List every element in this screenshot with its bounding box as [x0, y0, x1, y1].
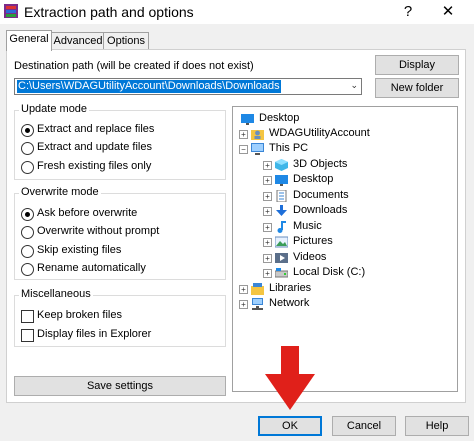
- expand-icon[interactable]: +: [263, 269, 272, 278]
- destination-path-input[interactable]: C:\Users\WDAGUtilityAccount\Downloads\Do…: [17, 80, 281, 93]
- radio-selected-icon[interactable]: [21, 208, 34, 221]
- expand-icon[interactable]: +: [263, 176, 272, 185]
- miscellaneous-group: Miscellaneous Keep broken files Display …: [14, 288, 226, 347]
- downloads-icon: [276, 205, 287, 216]
- music-icon: [277, 221, 286, 233]
- documents-icon: [276, 190, 287, 202]
- tree-node-label: Music: [293, 220, 322, 232]
- expand-icon[interactable]: +: [239, 285, 248, 294]
- save-settings-button[interactable]: Save settings: [14, 376, 226, 396]
- expand-icon[interactable]: +: [263, 161, 272, 170]
- destination-combobox[interactable]: C:\Users\WDAGUtilityAccount\Downloads\Do…: [14, 78, 362, 95]
- network-icon: [252, 298, 263, 310]
- help-button[interactable]: Help: [405, 416, 469, 436]
- display-button[interactable]: Display: [375, 55, 459, 75]
- radio-label: Fresh existing files only: [37, 160, 152, 172]
- radio-label: Extract and replace files: [37, 123, 155, 135]
- tree-node-label: Local Disk (C:): [293, 266, 366, 278]
- libraries-icon: [251, 283, 264, 295]
- cancel-button[interactable]: Cancel: [332, 416, 396, 436]
- destination-label: Destination path (will be created if doe…: [14, 60, 254, 72]
- radio-icon[interactable]: [21, 226, 34, 239]
- miscellaneous-title: Miscellaneous: [19, 288, 93, 300]
- update-mode-title: Update mode: [19, 103, 90, 115]
- tree-node-label: 3D Objects: [293, 158, 348, 170]
- new-folder-button[interactable]: New folder: [375, 78, 459, 98]
- videos-icon: [275, 253, 288, 263]
- expand-icon[interactable]: +: [263, 207, 272, 216]
- tab-general[interactable]: General: [6, 30, 52, 51]
- pc-icon: [251, 143, 264, 155]
- overwrite-mode-title: Overwrite mode: [19, 186, 101, 198]
- radio-label: Overwrite without prompt: [37, 225, 160, 237]
- radio-icon[interactable]: [21, 245, 34, 258]
- tree-node-label: Network: [269, 297, 310, 309]
- expand-icon[interactable]: +: [263, 192, 272, 201]
- tab-options[interactable]: Options: [103, 32, 149, 50]
- user-icon: [251, 130, 264, 140]
- pictures-icon: [275, 236, 288, 248]
- tab-advanced[interactable]: Advanced: [51, 32, 105, 50]
- tree-node-label: This PC: [269, 142, 309, 154]
- ok-button[interactable]: OK: [258, 416, 322, 436]
- radio-label: Rename automatically: [37, 262, 146, 274]
- close-icon: ✕: [441, 3, 455, 20]
- tree-node-label: Desktop: [259, 112, 300, 124]
- chevron-down-icon[interactable]: ⌄: [350, 80, 358, 91]
- radio-icon[interactable]: [21, 142, 34, 155]
- expand-icon[interactable]: +: [263, 238, 272, 247]
- disk-icon: [275, 268, 288, 278]
- radio-selected-icon[interactable]: [21, 124, 34, 137]
- checkbox-label: Keep broken files: [37, 309, 122, 321]
- collapse-icon[interactable]: −: [239, 145, 248, 154]
- radio-icon[interactable]: [21, 263, 34, 276]
- checkbox-icon[interactable]: [21, 310, 34, 323]
- annotation-arrow-icon: [265, 346, 315, 410]
- overwrite-mode-group: Overwrite mode Ask before overwrite Over…: [14, 186, 226, 280]
- window-title: Extraction path and options: [24, 4, 194, 20]
- question-icon: ?: [403, 3, 413, 20]
- tree-node-label: Desktop: [293, 173, 334, 185]
- update-mode-group: Update mode Extract and replace files Ex…: [14, 103, 226, 180]
- tree-node-label: Documents: [293, 189, 349, 201]
- expand-icon[interactable]: +: [239, 300, 248, 309]
- tree-node-label: Downloads: [293, 204, 348, 216]
- checkbox-icon[interactable]: [21, 329, 34, 342]
- tree-node-label: Pictures: [293, 235, 333, 247]
- checkbox-label: Display files in Explorer: [37, 328, 152, 340]
- help-title-button[interactable]: ?: [392, 0, 424, 24]
- expand-icon[interactable]: +: [239, 130, 248, 139]
- desktop-icon: [241, 114, 254, 125]
- radio-label: Skip existing files: [37, 244, 122, 256]
- 3d-objects-icon: [275, 159, 288, 171]
- desktop-icon: [275, 175, 288, 186]
- close-button[interactable]: ✕: [432, 0, 464, 24]
- tree-node-label: WDAGUtilityAccount: [269, 127, 370, 139]
- radio-icon[interactable]: [21, 161, 34, 174]
- tree-node-label: Videos: [293, 251, 327, 263]
- radio-label: Ask before overwrite: [37, 207, 138, 219]
- expand-icon[interactable]: +: [263, 223, 272, 232]
- radio-label: Extract and update files: [37, 141, 152, 153]
- expand-icon[interactable]: +: [263, 254, 272, 263]
- tree-node-label: Libraries: [269, 282, 312, 294]
- winrar-app-icon: [4, 4, 18, 18]
